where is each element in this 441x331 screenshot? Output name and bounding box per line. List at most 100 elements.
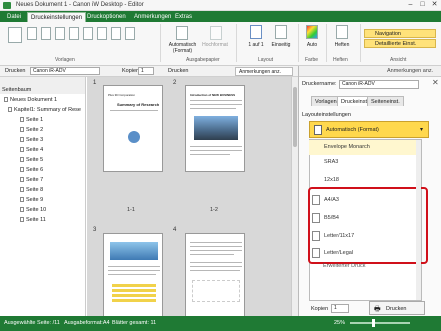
navigation-toggle[interactable]: Navigation xyxy=(364,29,436,38)
preview-area[interactable]: 1 2 Plus 3D Corporation Summary of Resea… xyxy=(87,77,291,320)
tree-page-label: Seite 9 xyxy=(26,197,44,203)
tab-extras[interactable]: Extras xyxy=(172,12,195,22)
template-thumb-8-icon[interactable] xyxy=(125,27,135,40)
page-number: 3 xyxy=(93,227,97,233)
portrait-icon[interactable] xyxy=(210,26,222,40)
copies-input[interactable]: 1 xyxy=(138,67,154,75)
tree-page[interactable]: Seite 9 xyxy=(20,197,43,203)
tree-page[interactable]: Seite 1 xyxy=(20,117,43,123)
template-thumb-1-icon[interactable] xyxy=(27,27,37,40)
tree-page-label: Seite 4 xyxy=(26,147,44,153)
detail-settings-toggle[interactable]: Detaillierte Einst. xyxy=(364,39,436,48)
tree-page[interactable]: Seite 8 xyxy=(20,187,43,193)
preview-scrollbar[interactable] xyxy=(291,77,298,316)
tree-chapter[interactable]: Kapitel1: Summary of Rese xyxy=(8,107,81,113)
list-item[interactable]: B5/B4 xyxy=(309,211,417,226)
portrait-button[interactable]: Hochformat xyxy=(200,42,230,48)
preview-page[interactable] xyxy=(103,233,163,320)
preview-page[interactable] xyxy=(185,233,245,320)
list-item-label: B5/B4 xyxy=(324,215,339,221)
printer-name-select[interactable]: Canon iR-ADV xyxy=(339,80,419,89)
tree-page-label: Seite 2 xyxy=(26,127,44,133)
tree-page-label: Seite 8 xyxy=(26,187,44,193)
nup-icon[interactable] xyxy=(250,25,262,39)
tab-file[interactable]: Datei xyxy=(4,12,24,22)
page-icon xyxy=(20,187,24,192)
tree-page[interactable]: Seite 10 xyxy=(20,207,46,213)
template-thumb-5-icon[interactable] xyxy=(83,27,93,40)
text-line xyxy=(190,250,242,251)
tree-document[interactable]: Neues Dokument 1 xyxy=(4,97,57,103)
tree-page-label: Seite 6 xyxy=(26,167,44,173)
app-icon xyxy=(3,2,11,9)
list-item[interactable]: Envelope Monarch xyxy=(309,140,417,155)
color-icon[interactable] xyxy=(306,25,318,39)
nup-button[interactable]: 1 auf 1 xyxy=(243,42,269,48)
tab-annotations[interactable]: Anmerkungen xyxy=(131,12,174,22)
page-tree-header: Seitenbaum xyxy=(2,87,32,93)
template-thumb-6-icon[interactable] xyxy=(97,27,107,40)
tree-page[interactable]: Seite 3 xyxy=(20,137,43,143)
printer-select[interactable]: Canon iR-ADV xyxy=(30,67,100,75)
tree-page[interactable]: Seite 5 xyxy=(20,157,43,163)
text-line xyxy=(190,242,242,243)
tree-page-label: Seite 11 xyxy=(26,217,46,223)
extended-print-label[interactable]: Erweiterter Druck xyxy=(323,263,365,269)
printer-icon: 🖶 xyxy=(374,306,381,313)
copies-value-pane: 1 xyxy=(334,305,337,311)
template-thumb-7-icon[interactable] xyxy=(111,27,121,40)
tab-print-settings[interactable]: Druckeinstellungen xyxy=(27,12,87,22)
zoom-slider[interactable] xyxy=(350,322,410,324)
print-toolbar-button[interactable]: Drucken xyxy=(168,68,188,74)
preview-page[interactable]: Plus 3D Corporation Summary of Research xyxy=(103,85,163,172)
tab-page-settings[interactable]: Seiteneinst. xyxy=(367,96,404,106)
staple-icon[interactable] xyxy=(336,25,348,39)
preview-page[interactable]: Introduction of NEW BUSINESS xyxy=(185,85,245,172)
show-annotations-button[interactable]: Anmerkungen anz. xyxy=(235,67,293,76)
tree-page[interactable]: Seite 2 xyxy=(20,127,43,133)
tree-page[interactable]: Seite 7 xyxy=(20,177,43,183)
photo-image xyxy=(194,116,238,140)
list-item[interactable]: 12x18 xyxy=(309,173,417,188)
copies-input-pane[interactable]: 1 xyxy=(331,304,349,313)
sided-button[interactable]: Einseitig xyxy=(268,42,294,48)
template-thumb-2-icon[interactable] xyxy=(41,27,51,40)
zoom-slider-thumb[interactable] xyxy=(372,319,375,327)
scrollbar-thumb[interactable] xyxy=(293,87,297,147)
print-button[interactable]: 🖶 Drucken xyxy=(369,301,425,315)
copies-label-pane: Kopien xyxy=(311,306,329,312)
template-icon[interactable] xyxy=(8,27,22,43)
zoom-level: 25% xyxy=(334,320,346,326)
sided-icon[interactable] xyxy=(275,25,287,39)
page-number: 4 xyxy=(173,227,177,233)
tree-page[interactable]: Seite 6 xyxy=(20,167,43,173)
list-scrollbar[interactable] xyxy=(416,140,421,300)
tab-print-options[interactable]: Druckoptionen xyxy=(84,12,129,22)
text-line xyxy=(190,108,236,109)
list-item[interactable]: Letter/11x17 xyxy=(309,229,417,244)
template-thumb-4-icon[interactable] xyxy=(69,27,79,40)
settings-pane: Anmerkungen anz. Druckername: Canon iR-A… xyxy=(298,66,441,316)
color-button[interactable]: Auto xyxy=(300,42,324,48)
paper-auto-icon[interactable] xyxy=(176,26,188,40)
tree-page[interactable]: Seite 11 xyxy=(20,217,46,223)
text-line xyxy=(190,266,242,267)
tree-page-label: Seite 10 xyxy=(26,207,47,213)
tree-page[interactable]: Seite 4 xyxy=(20,147,43,153)
staple-button[interactable]: Heften xyxy=(328,42,356,48)
list-item[interactable]: SRA3 xyxy=(309,155,417,170)
paper-size-dropdown[interactable]: Automatisch (Format) ▾ xyxy=(309,121,429,138)
document-icon xyxy=(4,97,8,102)
ribbon: Vorlagen Automatisch (Format) Hochformat… xyxy=(0,22,441,66)
close-pane-icon[interactable]: ✕ xyxy=(432,78,439,87)
maximize-button[interactable]: □ xyxy=(418,1,427,9)
list-item[interactable]: Letter/Legal xyxy=(309,246,417,261)
template-thumb-3-icon[interactable] xyxy=(55,27,65,40)
photo-image xyxy=(110,242,158,260)
show-annotations-label[interactable]: Anmerkungen anz. xyxy=(387,68,433,74)
paper-auto-button[interactable]: Automatisch (Format) xyxy=(165,42,200,54)
page-size-icon xyxy=(312,195,320,205)
list-item[interactable]: A4/A3 xyxy=(309,193,417,208)
minimize-button[interactable]: – xyxy=(406,1,415,9)
close-button[interactable]: ✕ xyxy=(430,1,439,9)
